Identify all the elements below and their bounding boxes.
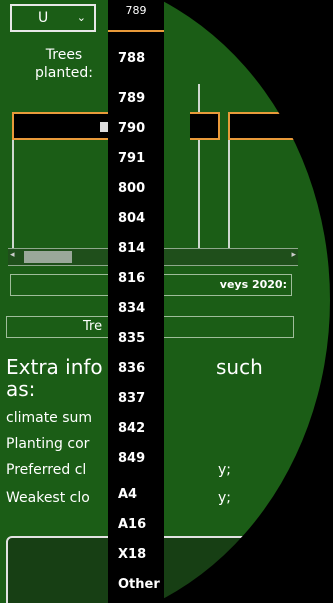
info-line: Preferred cl — [6, 462, 87, 478]
region-select-value: U — [38, 10, 49, 26]
scrollbar-thumb[interactable] — [24, 251, 72, 263]
right-input-b[interactable] — [228, 112, 333, 140]
dropdown-option[interactable]: 842 — [118, 421, 145, 436]
dropdown-option[interactable]: A4 — [118, 487, 137, 502]
divider — [12, 140, 14, 248]
divider — [228, 140, 230, 248]
dropdown-option[interactable]: 788 — [118, 51, 145, 66]
info-line: Weakest clo — [6, 490, 90, 506]
dropdown-option[interactable]: 834 — [118, 301, 145, 316]
trees-planted-input[interactable] — [12, 112, 120, 140]
info-line: climate sum — [6, 410, 93, 426]
info-line-tail: y; — [218, 490, 232, 506]
dropdown-option[interactable]: 790 — [118, 121, 145, 136]
scroll-left-icon[interactable]: ◂ — [10, 250, 15, 260]
dropdown-option[interactable]: 816 — [118, 271, 145, 286]
dropdown-option[interactable]: 800 — [118, 181, 145, 196]
info-line-tail: y; — [218, 462, 232, 478]
chevron-down-icon: ⌄ — [76, 11, 86, 24]
dropdown-option[interactable]: A16 — [118, 517, 146, 532]
dropdown-option[interactable]: 837 — [118, 391, 145, 406]
dropdown-option[interactable]: 789 — [118, 91, 145, 106]
form-panel: U ⌄ Trees planted: ◂ ▸ veys 2020: Tre Ex… — [0, 0, 333, 603]
scroll-right-icon[interactable]: ▸ — [291, 250, 296, 260]
dropdown-top-item[interactable]: 789 — [108, 0, 164, 32]
dropdown-option[interactable]: X18 — [118, 547, 146, 562]
dropdown-list[interactable]: 789 788 789 790 791 800 804 814 816 834 … — [108, 0, 164, 603]
info-line: Planting cor — [6, 436, 90, 452]
region-select[interactable]: U ⌄ — [10, 4, 96, 32]
trees-planted-label: Trees planted: — [35, 47, 93, 81]
dropdown-option[interactable]: Other — [118, 577, 160, 592]
dropdown-option[interactable]: 835 — [118, 331, 145, 346]
divider — [198, 84, 200, 248]
dropdown-option[interactable]: 836 — [118, 361, 145, 376]
right-input-a[interactable] — [190, 112, 220, 140]
dropdown-option[interactable]: 849 — [118, 451, 145, 466]
dropdown-option[interactable]: 814 — [118, 241, 145, 256]
dropdown-option[interactable]: 804 — [118, 211, 145, 226]
dropdown-option[interactable]: 791 — [118, 151, 145, 166]
